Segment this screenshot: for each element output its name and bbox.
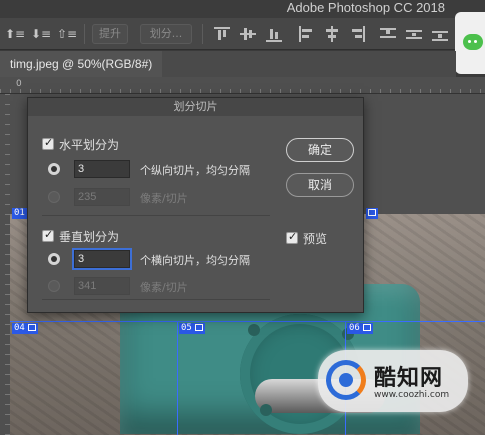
slice-image-icon — [194, 324, 203, 331]
vertical-count-input[interactable]: 3 — [74, 250, 130, 268]
vertical-ruler[interactable] — [0, 94, 10, 435]
slice-tag-06[interactable]: 06 — [347, 323, 373, 334]
app-title: Adobe Photoshop CC 2018 — [286, 0, 445, 15]
cancel-button[interactable]: 取消 — [286, 173, 354, 197]
align-left-icon[interactable] — [298, 26, 314, 42]
toolbar-divider — [84, 24, 85, 44]
horizontal-count-suffix: 个纵向切片，均匀分隔 — [140, 164, 250, 177]
ruler-origin-label: 0 — [16, 79, 22, 89]
app-title-bar: Adobe Photoshop CC 2018 — [0, 0, 485, 18]
dialog-title: 划分切片 — [28, 98, 363, 116]
distribute-center-icon[interactable] — [406, 26, 422, 42]
align-top-icon[interactable] — [214, 26, 230, 42]
promote-button[interactable]: 提升 — [92, 24, 128, 44]
document-tab-bar: timg.jpeg @ 50%(RGB/8#) — [0, 51, 456, 77]
slice-tag-03[interactable]: 03 — [366, 208, 378, 219]
horizontal-divide-group: 水平划分为 3 个纵向切片，均匀分隔 235 像素/切片 — [42, 136, 270, 216]
watermark-url: www.coozhi.com — [374, 390, 450, 400]
vertical-divide-group: 垂直划分为 3 个横向切片，均匀分隔 341 像素/切片 — [42, 228, 270, 300]
document-tab[interactable]: timg.jpeg @ 50%(RGB/8#) — [0, 51, 163, 77]
coozhi-logo-icon — [326, 360, 366, 400]
horizontal-ruler[interactable] — [0, 77, 485, 94]
slice-line-vertical-1 — [177, 321, 178, 435]
slice-stack-down-icon[interactable]: ⬇≡ — [30, 26, 52, 42]
watermark: 酷知网 www.coozhi.com — [318, 350, 468, 412]
horizontal-pixel-suffix: 像素/切片 — [140, 192, 188, 205]
horizontal-pixel-input[interactable]: 235 — [74, 188, 130, 206]
vertical-divide-checkbox[interactable] — [42, 228, 54, 242]
preview-checkbox[interactable] — [286, 230, 298, 244]
slice-image-icon — [368, 209, 376, 216]
slice-tag-04[interactable]: 04 — [12, 323, 38, 334]
slice-line-horizontal — [10, 321, 485, 322]
vertical-count-suffix: 个横向切片，均匀分隔 — [140, 254, 250, 267]
divide-slice-dialog: 划分切片 水平划分为 3 个纵向切片，均匀分隔 235 像素/切片 垂直划分为 … — [27, 97, 364, 313]
horizontal-divide-checkbox[interactable] — [42, 136, 54, 150]
preview-label: 预览 — [303, 232, 328, 246]
vertical-count-radio[interactable] — [48, 253, 60, 265]
ok-button[interactable]: 确定 — [286, 138, 354, 162]
vertical-divide-label: 垂直划分为 — [59, 230, 120, 244]
horizontal-count-radio[interactable] — [48, 163, 60, 175]
wechat-icon — [463, 34, 483, 50]
slice-stack-up-icon[interactable]: ⬆≡ — [4, 26, 26, 42]
slice-image-icon — [362, 324, 371, 331]
toolbar-divider — [202, 24, 203, 44]
vertical-pixel-input[interactable]: 341 — [74, 277, 130, 295]
slice-stack-front-icon[interactable]: ⇧≡ — [56, 26, 78, 42]
align-bottom-icon[interactable] — [266, 26, 282, 42]
align-vcenter-icon[interactable] — [240, 26, 256, 42]
horizontal-divide-label: 水平划分为 — [59, 138, 120, 152]
options-toolbar: ⬆≡ ⬇≡ ⇧≡ 提升 划分... — [0, 18, 485, 50]
distribute-bottom-icon[interactable] — [432, 26, 448, 42]
horizontal-count-input[interactable]: 3 — [74, 160, 130, 178]
slice-image-icon — [27, 324, 36, 331]
divide-button[interactable]: 划分... — [140, 24, 192, 44]
vertical-pixel-suffix: 像素/切片 — [140, 281, 188, 294]
horizontal-pixel-radio[interactable] — [48, 191, 60, 203]
slice-tag-05[interactable]: 05 — [179, 323, 205, 334]
align-hcenter-icon[interactable] — [324, 26, 340, 42]
vertical-pixel-radio[interactable] — [48, 280, 60, 292]
watermark-name: 酷知网 — [374, 366, 444, 391]
align-right-icon[interactable] — [350, 26, 366, 42]
distribute-top-icon[interactable] — [380, 26, 396, 42]
wechat-share-widget[interactable] — [455, 12, 485, 74]
